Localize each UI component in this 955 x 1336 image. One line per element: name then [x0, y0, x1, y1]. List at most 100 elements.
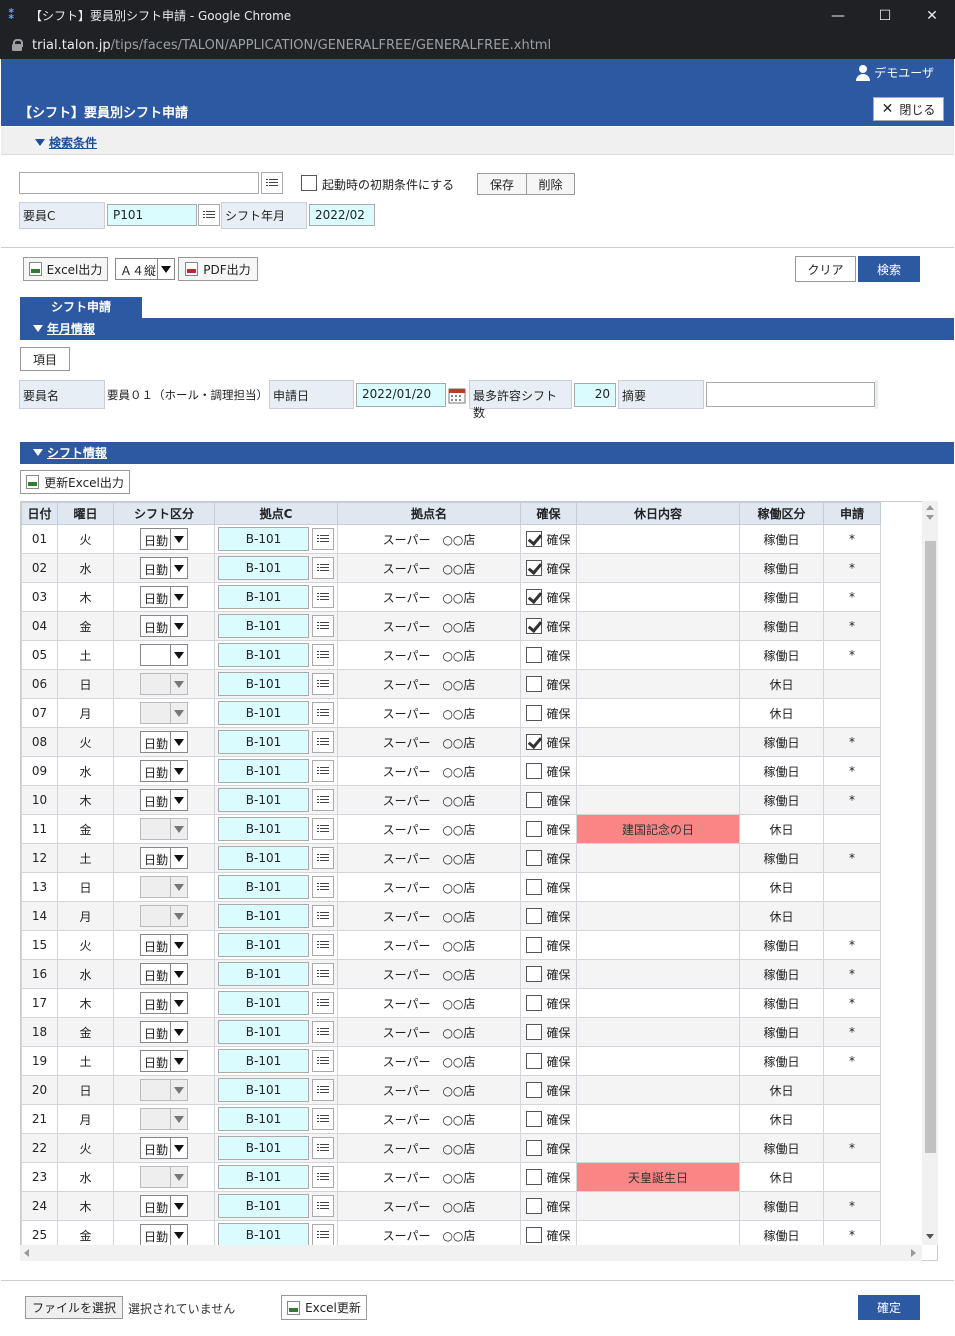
secure-checkbox[interactable] [526, 1111, 543, 1127]
scroll-up-icon[interactable] [926, 505, 934, 510]
paper-size-select[interactable]: Ａ４縦 [115, 258, 175, 280]
shift-type-select[interactable] [140, 905, 188, 927]
secure-checkbox[interactable] [526, 560, 543, 576]
address-bar[interactable]: trial.talon.jp/tips/faces/TALON/APPLICAT… [0, 31, 955, 59]
site-code-list-button[interactable] [312, 934, 334, 956]
shift-type-select[interactable]: 日勤 [140, 963, 188, 985]
site-code-list-button[interactable] [312, 760, 334, 782]
user-menu[interactable]: デモユーザ [856, 64, 934, 81]
site-code-list-button[interactable] [312, 1137, 334, 1159]
site-code-list-button[interactable] [312, 1224, 334, 1246]
secure-checkbox[interactable] [526, 879, 543, 895]
site-code-input[interactable]: B-101 [218, 556, 309, 580]
shift-type-select[interactable]: 日勤 [140, 1195, 188, 1217]
secure-checkbox[interactable] [526, 705, 543, 721]
shift-type-select[interactable]: 日勤 [140, 557, 188, 579]
summary-input[interactable] [706, 382, 875, 407]
site-code-list-button[interactable] [312, 1166, 334, 1188]
secure-checkbox[interactable] [526, 966, 543, 982]
excel-output-button[interactable]: Excel出力 [23, 257, 108, 281]
shift-type-select[interactable]: 日勤 [140, 731, 188, 753]
shift-type-select[interactable] [140, 818, 188, 840]
site-code-input[interactable]: B-101 [218, 1049, 309, 1073]
site-code-input[interactable]: B-101 [218, 1194, 309, 1218]
secure-checkbox[interactable] [526, 763, 543, 779]
apply-date-input[interactable]: 2022/01/20 [356, 383, 446, 407]
shift-month-input[interactable]: 2022/02 [309, 204, 375, 226]
site-code-input[interactable]: B-101 [218, 1223, 309, 1247]
site-code-input[interactable]: B-101 [218, 585, 309, 609]
site-code-input[interactable]: B-101 [218, 701, 309, 725]
site-code-list-button[interactable] [312, 1021, 334, 1043]
site-code-input[interactable]: B-101 [218, 962, 309, 986]
site-code-list-button[interactable] [312, 818, 334, 840]
clear-button[interactable]: クリア [795, 256, 856, 282]
site-code-input[interactable]: B-101 [218, 730, 309, 754]
secure-checkbox[interactable] [526, 995, 543, 1011]
site-code-input[interactable]: B-101 [218, 933, 309, 957]
site-code-input[interactable]: B-101 [218, 788, 309, 812]
site-code-list-button[interactable] [312, 1050, 334, 1072]
delete-button[interactable]: 削除 [526, 173, 575, 195]
secure-checkbox[interactable] [526, 1053, 543, 1069]
condition-list-button[interactable] [261, 172, 283, 194]
site-code-list-button[interactable] [312, 905, 334, 927]
secure-checkbox[interactable] [526, 821, 543, 837]
tab-shift-application[interactable]: シフト申請 [20, 297, 142, 318]
scroll-down-icon[interactable] [926, 515, 934, 520]
minimize-button[interactable]: — [815, 0, 861, 31]
secure-checkbox[interactable] [526, 1082, 543, 1098]
site-code-list-button[interactable] [312, 1195, 334, 1217]
scroll-right-icon[interactable] [911, 1249, 916, 1257]
shift-info-section-header[interactable]: シフト情報 [20, 442, 954, 464]
secure-checkbox[interactable] [526, 531, 543, 547]
site-code-list-button[interactable] [312, 963, 334, 985]
vertical-scrollbar[interactable] [922, 501, 938, 1245]
site-code-input[interactable]: B-101 [218, 672, 309, 696]
scroll-down-icon[interactable] [926, 1234, 934, 1239]
site-code-input[interactable]: B-101 [218, 846, 309, 870]
site-code-list-button[interactable] [312, 528, 334, 550]
shift-type-select[interactable]: 日勤 [140, 1050, 188, 1072]
secure-checkbox[interactable] [526, 908, 543, 924]
horizontal-scrollbar[interactable] [20, 1245, 922, 1261]
site-code-list-button[interactable] [312, 731, 334, 753]
window-close-button[interactable]: ✕ [909, 0, 955, 31]
item-button[interactable]: 項目 [20, 347, 70, 371]
secure-checkbox[interactable] [526, 1140, 543, 1156]
site-code-list-button[interactable] [312, 673, 334, 695]
site-code-list-button[interactable] [312, 615, 334, 637]
secure-checkbox[interactable] [526, 1169, 543, 1185]
search-section-header[interactable]: 検索条件 [1, 127, 954, 155]
secure-checkbox[interactable] [526, 792, 543, 808]
site-code-list-button[interactable] [312, 992, 334, 1014]
secure-checkbox[interactable] [526, 618, 543, 634]
shift-type-select[interactable] [140, 702, 188, 724]
site-code-list-button[interactable] [312, 644, 334, 666]
site-code-list-button[interactable] [312, 1108, 334, 1130]
save-button[interactable]: 保存 [477, 173, 527, 195]
file-select-button[interactable]: ファイルを選択 [25, 1296, 123, 1319]
site-code-input[interactable]: B-101 [218, 1020, 309, 1044]
shift-type-select[interactable]: 日勤 [140, 528, 188, 550]
site-code-input[interactable]: B-101 [218, 527, 309, 551]
shift-type-select[interactable] [140, 1079, 188, 1101]
secure-checkbox[interactable] [526, 1227, 543, 1243]
site-code-list-button[interactable] [312, 789, 334, 811]
search-button[interactable]: 検索 [858, 256, 920, 282]
shift-type-select[interactable]: 日勤 [140, 615, 188, 637]
staff-code-list-button[interactable] [198, 204, 220, 226]
month-info-section-header[interactable]: 年月情報 [20, 318, 954, 340]
shift-type-select[interactable]: 日勤 [140, 586, 188, 608]
secure-checkbox[interactable] [526, 676, 543, 692]
scroll-thumb[interactable] [925, 541, 936, 1153]
secure-checkbox[interactable] [526, 937, 543, 953]
pdf-output-button[interactable]: PDF出力 [178, 257, 258, 281]
site-code-input[interactable]: B-101 [218, 1136, 309, 1160]
site-code-input[interactable]: B-101 [218, 817, 309, 841]
excel-update-button[interactable]: Excel更新 [281, 1295, 367, 1320]
calendar-icon[interactable] [447, 383, 467, 407]
shift-type-select[interactable]: 日勤 [140, 1021, 188, 1043]
shift-type-select[interactable]: 日勤 [140, 992, 188, 1014]
maximize-button[interactable]: ☐ [862, 0, 908, 31]
